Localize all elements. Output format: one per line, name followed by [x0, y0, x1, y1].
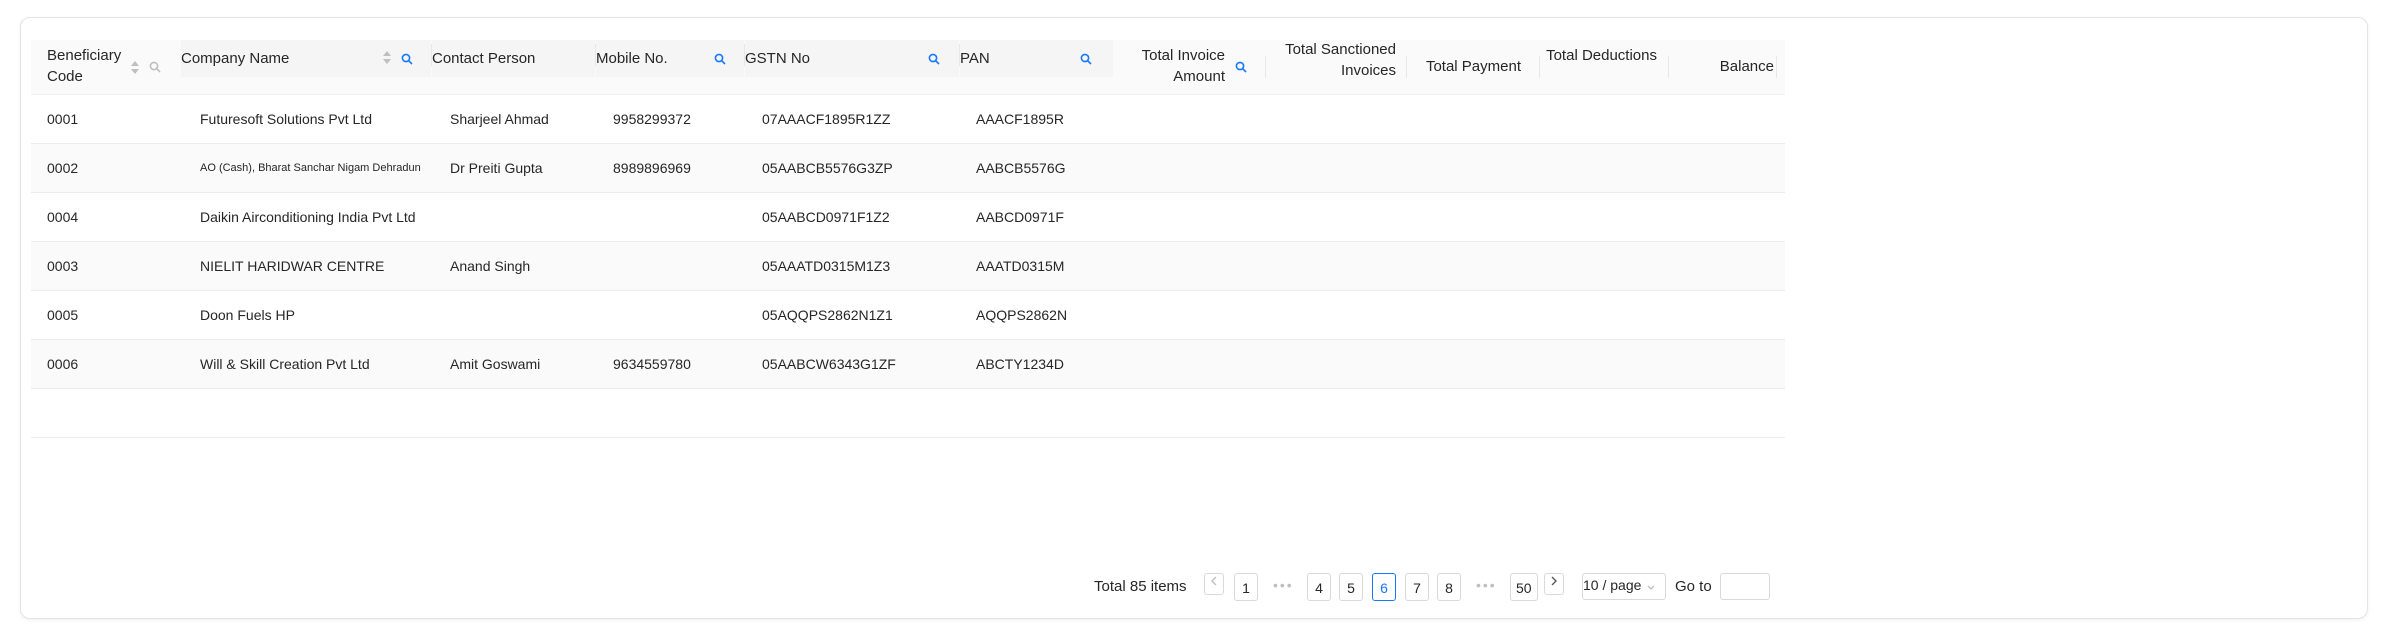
page-8[interactable]: 8 [1437, 573, 1461, 601]
table-row[interactable]: 0002 AO (Cash), Bharat Sanchar Nigam Deh… [31, 144, 1785, 193]
page-1[interactable]: 1 [1234, 573, 1258, 601]
column-title: Balance [1719, 58, 1774, 75]
search-icon[interactable] [714, 52, 726, 69]
column-header-total-payment: Total Payment [1407, 40, 1539, 94]
page-6-current[interactable]: 6 [1372, 573, 1396, 601]
table-body: 0001 Futuresoft Solutions Pvt Ltd Sharje… [31, 95, 1785, 438]
search-icon[interactable] [401, 52, 413, 69]
cell-company-name: NIELIT HARIDWAR CENTRE [200, 258, 385, 274]
pagination: Total 85 items 1 ••• 4 5 6 7 8 ••• 50 10… [21, 573, 2367, 603]
column-title: PAN [960, 50, 990, 67]
cell-pan: AAACF1895R [976, 111, 1064, 127]
sort-icon[interactable] [130, 60, 140, 80]
cell-gstn-no: 05AABCB5576G3ZP [762, 160, 893, 176]
goto-label: Go to [1675, 578, 1712, 595]
jump-prev-ellipsis[interactable]: ••• [1273, 573, 1294, 601]
column-header-total-invoice-amount[interactable]: Total Invoice Amount [1113, 40, 1265, 94]
table-header: Beneficiary Code Company Name Contact Pe… [31, 40, 1785, 95]
column-header-beneficiary-code[interactable]: Beneficiary Code [31, 40, 181, 94]
table-row[interactable]: 0001 Futuresoft Solutions Pvt Ltd Sharje… [31, 95, 1785, 144]
column-divider [1776, 56, 1777, 78]
jump-next-ellipsis[interactable]: ••• [1476, 573, 1497, 601]
table-row[interactable]: 0004 Daikin Airconditioning India Pvt Lt… [31, 193, 1785, 242]
cell-beneficiary-code: 0003 [47, 258, 79, 274]
table-card: Beneficiary Code Company Name Contact Pe… [20, 17, 2368, 619]
cell-gstn-no: 05AAATD0315M1Z3 [762, 258, 891, 274]
page-size-select[interactable]: 10 / page [1582, 573, 1666, 600]
cell-company-name: AO (Cash), Bharat Sanchar Nigam Dehradun [200, 162, 421, 174]
cell-mobile-no: 9958299372 [613, 111, 691, 127]
goto-input[interactable] [1720, 573, 1770, 600]
cell-beneficiary-code: 0006 [47, 356, 79, 372]
cell-beneficiary-code: 0002 [47, 160, 79, 176]
next-page-button[interactable] [1544, 573, 1564, 595]
cell-gstn-no: 05AABCD0971F1Z2 [762, 209, 890, 225]
cell-pan: ABCTY1234D [976, 356, 1064, 372]
column-title: Total Invoice Amount [1141, 47, 1225, 85]
cell-pan: AQQPS2862N [976, 307, 1068, 323]
cell-gstn-no: 05AQQPS2862N1Z1 [762, 307, 893, 323]
page-7[interactable]: 7 [1405, 573, 1429, 601]
column-header-balance: Balance [1669, 40, 1785, 94]
chevron-left-icon [1209, 575, 1219, 590]
cell-beneficiary-code: 0004 [47, 209, 79, 225]
column-title: Company Name [181, 50, 290, 67]
table-row[interactable]: 0006 Will & Skill Creation Pvt Ltd Amit … [31, 340, 1785, 389]
chevron-down-icon [1646, 580, 1656, 597]
total-items: Total 85 items [1094, 578, 1187, 595]
column-header-contact-person: Contact Person [432, 40, 595, 77]
cell-company-name: Will & Skill Creation Pvt Ltd [200, 356, 370, 372]
column-title: Total Payment [1425, 58, 1521, 75]
column-title: Total Sanctioned Invoices [1285, 41, 1396, 79]
search-icon[interactable] [1235, 60, 1247, 77]
page-50[interactable]: 50 [1510, 573, 1538, 601]
cell-company-name: Doon Fuels HP [200, 307, 295, 323]
cell-contact-person: Anand Singh [450, 258, 531, 274]
column-title: GSTN No [745, 50, 811, 67]
column-title: Mobile No. [596, 50, 668, 67]
cell-company-name: Futuresoft Solutions Pvt Ltd [200, 111, 372, 127]
cell-beneficiary-code: 0005 [47, 307, 79, 323]
sort-icon[interactable] [382, 50, 392, 70]
column-header-company-name[interactable]: Company Name [181, 40, 431, 77]
cell-mobile-no: 8989896969 [613, 160, 691, 176]
table-row-empty [31, 389, 1785, 438]
search-icon[interactable] [1080, 52, 1092, 69]
cell-contact-person: Sharjeel Ahmad [450, 111, 549, 127]
column-header-mobile-no[interactable]: Mobile No. [596, 40, 744, 77]
column-header-total-deductions: Total Deductions [1540, 40, 1668, 94]
chevron-right-icon [1549, 575, 1559, 590]
column-header-gstn-no[interactable]: GSTN No [745, 40, 959, 77]
column-header-total-sanctioned-invoices: Total Sanctioned Invoices [1266, 40, 1406, 94]
column-title: Total Deductions [1546, 47, 1657, 64]
table-row[interactable]: 0003 NIELIT HARIDWAR CENTRE Anand Singh … [31, 242, 1785, 291]
cell-pan: AABCD0971F [976, 209, 1064, 225]
beneficiary-table: Beneficiary Code Company Name Contact Pe… [31, 40, 1785, 438]
cell-gstn-no: 07AAACF1895R1ZZ [762, 111, 891, 127]
search-icon[interactable] [149, 60, 161, 77]
cell-contact-person: Amit Goswami [450, 356, 541, 372]
cell-mobile-no: 9634559780 [613, 356, 691, 372]
cell-contact-person: Dr Preiti Gupta [450, 160, 543, 176]
page-4[interactable]: 4 [1307, 573, 1331, 601]
cell-pan: AAATD0315M [976, 258, 1065, 274]
column-header-pan[interactable]: PAN [960, 40, 1113, 77]
prev-page-button[interactable] [1204, 573, 1224, 595]
cell-beneficiary-code: 0001 [47, 111, 79, 127]
table-row[interactable]: 0005 Doon Fuels HP 05AQQPS2862N1Z1 AQQPS… [31, 291, 1785, 340]
column-title: Beneficiary Code [47, 47, 122, 85]
cell-pan: AABCB5576G [976, 160, 1066, 176]
cell-company-name: Daikin Airconditioning India Pvt Ltd [200, 209, 416, 225]
column-title: Contact Person [432, 50, 536, 67]
page-5[interactable]: 5 [1339, 573, 1363, 601]
cell-gstn-no: 05AABCW6343G1ZF [762, 356, 896, 372]
search-icon[interactable] [928, 52, 940, 69]
page-size-value: 10 / page [1583, 577, 1642, 593]
